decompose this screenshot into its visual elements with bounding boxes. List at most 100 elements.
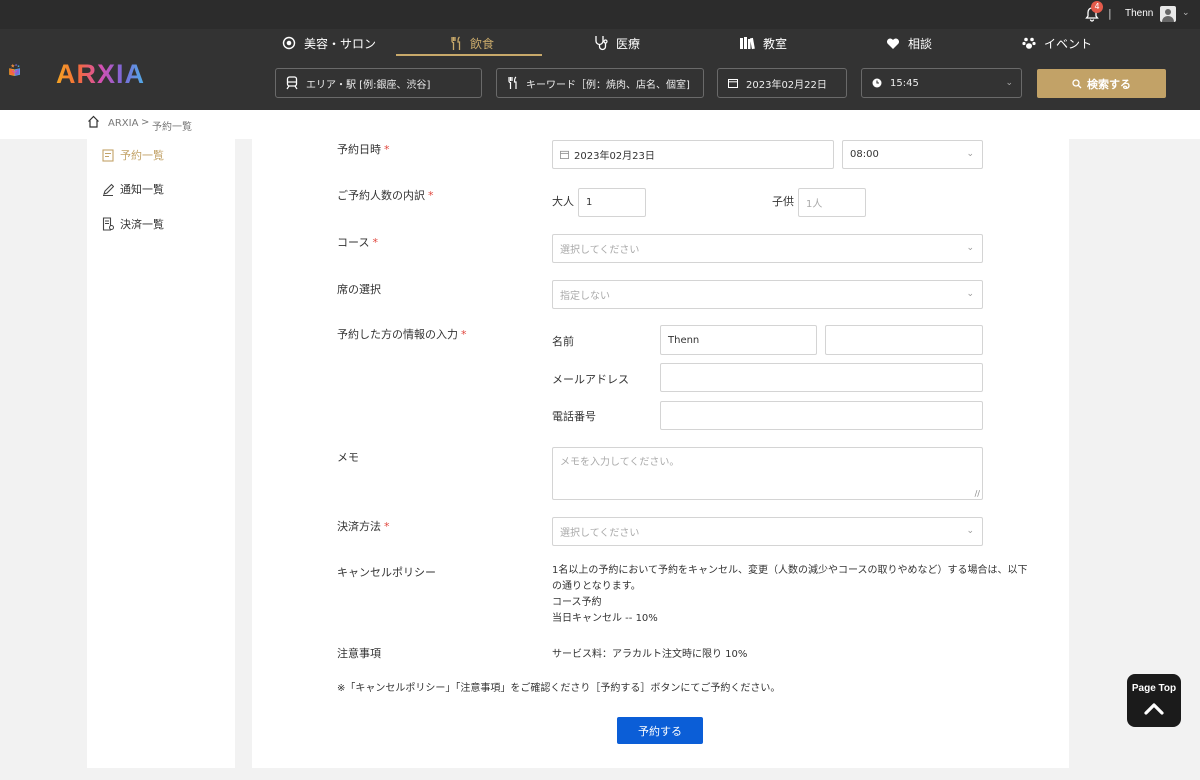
nav-category-food[interactable]: 飲食 bbox=[450, 30, 494, 56]
child-label: 子供 bbox=[772, 195, 794, 208]
child-count-field[interactable]: 1人 bbox=[798, 188, 866, 217]
username[interactable]: Thenn bbox=[1125, 8, 1153, 19]
breadcrumb-current: 予約一覧 bbox=[152, 122, 192, 133]
nav-category-medical[interactable]: 医療 bbox=[594, 30, 640, 56]
required-mark: * bbox=[461, 328, 467, 341]
search-button-label: 検索する bbox=[1087, 77, 1131, 91]
keyword-search-field[interactable]: キーワード［例：焼肉、店名、個室] bbox=[496, 68, 704, 98]
sidebar bbox=[87, 139, 235, 768]
email-label: メールアドレス bbox=[552, 373, 629, 386]
nav-category-event[interactable]: イベント bbox=[1022, 30, 1092, 56]
chevron-down-icon: ⌄ bbox=[966, 148, 974, 159]
phone-field[interactable] bbox=[660, 401, 983, 430]
first-name-field[interactable]: Thenn bbox=[660, 325, 817, 355]
stethoscope-icon bbox=[595, 36, 608, 51]
reservation-date-field[interactable]: 2023年02月23日 bbox=[552, 140, 834, 169]
train-icon bbox=[286, 76, 298, 90]
area-search-field[interactable]: エリア・駅 [例:銀座、渋谷] bbox=[275, 68, 482, 98]
pencil-icon bbox=[103, 183, 114, 196]
course-select[interactable]: 選択してください ⌄ bbox=[552, 234, 983, 263]
nav-category-label: 美容・サロン bbox=[304, 36, 377, 51]
cancel-policy-line: 1名以上の予約において予約をキャンセル、変更（人数の減少やコースの取りやめなど）… bbox=[552, 565, 1028, 576]
sidebar-item-reservations[interactable]: 予約一覧 bbox=[102, 147, 164, 163]
salon-icon bbox=[282, 36, 296, 50]
sidebar-item-label: 決済一覧 bbox=[120, 218, 164, 231]
search-button[interactable]: 検索する bbox=[1037, 69, 1166, 98]
chevron-down-icon: ⌄ bbox=[1005, 78, 1013, 88]
required-mark: * bbox=[428, 189, 434, 202]
payment-label: 決済方法 * bbox=[337, 520, 390, 533]
paw-icon bbox=[1022, 37, 1036, 49]
home-icon[interactable] bbox=[87, 115, 100, 128]
required-mark: * bbox=[384, 143, 390, 156]
child-count-placeholder: 1人 bbox=[806, 199, 823, 210]
sidebar-item-label: 予約一覧 bbox=[120, 149, 164, 162]
cancel-policy-line: の通りとなります。 bbox=[552, 581, 641, 592]
memo-placeholder: メモを入力してください。 bbox=[560, 457, 680, 468]
cancel-policy-text: 1名以上の予約において予約をキャンセル、変更（人数の減少やコースの取りやめなど）… bbox=[552, 563, 1028, 627]
reservation-time-select[interactable]: 08:00 ⌄ bbox=[842, 140, 983, 169]
notice-label: 注意事項 bbox=[337, 647, 381, 660]
chevron-down-icon: ⌄ bbox=[966, 525, 974, 536]
adult-count-field[interactable]: 1 bbox=[578, 188, 646, 217]
payment-placeholder: 選択してください bbox=[560, 528, 640, 539]
chevron-down-icon: ⌄ bbox=[966, 242, 974, 253]
notice-text: サービス料：アラカルト注文時に限り 10% bbox=[552, 649, 748, 660]
nav-category-class[interactable]: 教室 bbox=[739, 30, 787, 56]
seat-placeholder: 指定しない bbox=[560, 291, 610, 302]
keyword-search-placeholder: キーワード［例：焼肉、店名、個室] bbox=[526, 79, 690, 91]
nav-category-label: 飲食 bbox=[470, 36, 495, 51]
chevron-up-icon bbox=[1144, 703, 1164, 715]
course-label: コース * bbox=[337, 236, 378, 249]
date-search-value: 2023年02月22日 bbox=[746, 79, 827, 91]
seat-select[interactable]: 指定しない ⌄ bbox=[552, 280, 983, 309]
top-bar bbox=[0, 0, 1200, 29]
reservation-time-value: 08:00 bbox=[850, 149, 879, 160]
clock-icon bbox=[872, 78, 882, 88]
nav-category-label: 相談 bbox=[908, 36, 933, 51]
first-name-value: Thenn bbox=[668, 334, 700, 346]
breadcrumb-home[interactable]: ARXIA bbox=[108, 118, 138, 129]
memo-textarea[interactable]: メモを入力してください。 ∕∕ bbox=[552, 447, 983, 500]
required-mark: * bbox=[372, 236, 378, 249]
page-top-label: Page Top bbox=[1131, 683, 1177, 694]
cancel-policy-line: コース予約 bbox=[552, 597, 602, 608]
reservation-list-icon bbox=[102, 148, 114, 162]
last-name-field[interactable] bbox=[825, 325, 983, 355]
chevron-down-icon[interactable]: ⌄ bbox=[1182, 8, 1190, 18]
logo-text[interactable]: ARXIA bbox=[56, 59, 145, 90]
info-label: 予約した方の情報の入力 * bbox=[337, 328, 467, 341]
reserve-button[interactable]: 予約する bbox=[617, 717, 703, 744]
confirmation-note: ※「キャンセルポリシー」「注意事項」をご確認くださり［予約する］ボタンにてご予約… bbox=[337, 683, 781, 694]
date-search-field[interactable]: 2023年02月22日 bbox=[717, 68, 847, 98]
sidebar-item-notifications[interactable]: 通知一覧 bbox=[102, 181, 164, 197]
nav-category-label: 医療 bbox=[616, 36, 641, 51]
email-field[interactable] bbox=[660, 363, 983, 392]
time-search-value: 15:45 bbox=[890, 77, 919, 89]
topbar-separator: | bbox=[1108, 7, 1112, 20]
notification-badge: 4 bbox=[1091, 1, 1103, 13]
time-search-select[interactable]: 15:45 ⌄ bbox=[861, 68, 1022, 98]
nav-category-label: イベント bbox=[1044, 36, 1093, 51]
calendar-icon bbox=[728, 79, 738, 88]
name-label: 名前 bbox=[552, 335, 574, 348]
payment-select[interactable]: 選択してください ⌄ bbox=[552, 517, 983, 546]
sidebar-item-label: 通知一覧 bbox=[120, 183, 164, 196]
phone-label: 電話番号 bbox=[552, 410, 596, 423]
area-search-placeholder: エリア・駅 [例:銀座、渋谷] bbox=[306, 79, 431, 91]
nav-category-label: 教室 bbox=[763, 36, 788, 51]
adult-label: 大人 bbox=[552, 195, 574, 208]
nav-category-salon[interactable]: 美容・サロン bbox=[282, 30, 376, 56]
logo-icon[interactable] bbox=[8, 46, 56, 94]
resize-handle-icon[interactable]: ∕∕ bbox=[975, 489, 980, 498]
avatar[interactable] bbox=[1160, 6, 1176, 22]
page-top-button[interactable]: Page Top bbox=[1127, 674, 1181, 727]
nav-category-consult[interactable]: 相談 bbox=[886, 30, 932, 56]
adult-count-value: 1 bbox=[586, 197, 593, 208]
search-icon bbox=[1072, 78, 1082, 88]
calendar-icon bbox=[560, 150, 569, 159]
breadcrumb-separator: > bbox=[141, 117, 150, 128]
user-icon bbox=[1162, 9, 1174, 22]
required-mark: * bbox=[384, 520, 390, 533]
sidebar-item-payments[interactable]: 決済一覧 bbox=[102, 216, 164, 232]
